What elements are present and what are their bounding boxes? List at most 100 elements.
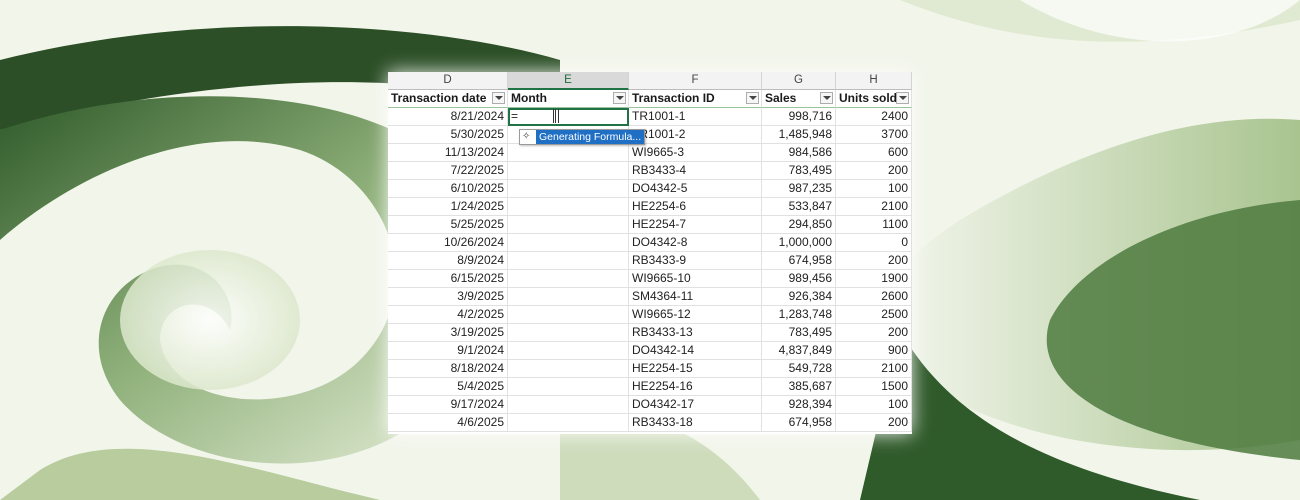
cell-transaction-date[interactable]: 5/4/2025 xyxy=(388,378,508,396)
cell-month[interactable] xyxy=(508,198,629,216)
cell-month[interactable] xyxy=(508,414,629,432)
cell-units-sold[interactable]: 200 xyxy=(836,252,912,270)
cell-units-sold[interactable]: 0 xyxy=(836,234,912,252)
cell-units-sold[interactable]: 100 xyxy=(836,180,912,198)
cell-units-sold[interactable]: 3700 xyxy=(836,126,912,144)
cell-transaction-id[interactable]: SM4364-11 xyxy=(629,288,762,306)
header-sales[interactable]: Sales xyxy=(762,90,836,108)
cell-units-sold[interactable]: 1100 xyxy=(836,216,912,234)
cell-sales[interactable]: 783,495 xyxy=(762,162,836,180)
formula-suggestion-tooltip[interactable]: ✧ Generating Formula... xyxy=(519,129,646,145)
header-transaction-id[interactable]: Transaction ID xyxy=(629,90,762,108)
cell-transaction-date[interactable]: 1/24/2025 xyxy=(388,198,508,216)
cell-month[interactable] xyxy=(508,144,629,162)
cell-transaction-date[interactable]: 8/9/2024 xyxy=(388,252,508,270)
cell-transaction-date[interactable]: 10/26/2024 xyxy=(388,234,508,252)
cell-transaction-id[interactable]: RB3433-4 xyxy=(629,162,762,180)
active-cell-month[interactable]: = xyxy=(508,108,629,126)
cell-units-sold[interactable]: 200 xyxy=(836,414,912,432)
header-transaction-date[interactable]: Transaction date xyxy=(388,90,508,108)
cell-sales[interactable]: 549,728 xyxy=(762,360,836,378)
filter-dropdown-icon[interactable] xyxy=(820,92,833,104)
cell-month[interactable] xyxy=(508,234,629,252)
column-header-g[interactable]: G xyxy=(762,72,836,90)
cell-transaction-date[interactable]: 6/10/2025 xyxy=(388,180,508,198)
filter-dropdown-icon[interactable] xyxy=(613,92,626,104)
cell-month[interactable] xyxy=(508,342,629,360)
cell-units-sold[interactable]: 1500 xyxy=(836,378,912,396)
cell-sales[interactable]: 385,687 xyxy=(762,378,836,396)
cell-transaction-date[interactable]: 4/2/2025 xyxy=(388,306,508,324)
cell-transaction-date[interactable]: 8/21/2024 xyxy=(388,108,508,126)
cell-units-sold[interactable]: 2500 xyxy=(836,306,912,324)
cell-sales[interactable]: 533,847 xyxy=(762,198,836,216)
cell-transaction-id[interactable]: TR1001-1 xyxy=(629,108,762,126)
cell-transaction-id[interactable]: DO4342-8 xyxy=(629,234,762,252)
cell-sales[interactable]: 783,495 xyxy=(762,324,836,342)
cell-units-sold[interactable]: 2100 xyxy=(836,360,912,378)
cell-units-sold[interactable]: 2100 xyxy=(836,198,912,216)
cell-month[interactable] xyxy=(508,378,629,396)
cell-units-sold[interactable]: 900 xyxy=(836,342,912,360)
filter-dropdown-icon[interactable] xyxy=(492,92,505,104)
cell-transaction-date[interactable]: 7/22/2025 xyxy=(388,162,508,180)
cell-transaction-id[interactable]: HE2254-6 xyxy=(629,198,762,216)
cell-units-sold[interactable]: 2400 xyxy=(836,108,912,126)
cell-sales[interactable]: 4,837,849 xyxy=(762,342,836,360)
cell-sales[interactable]: 1,283,748 xyxy=(762,306,836,324)
cell-month[interactable] xyxy=(508,360,629,378)
column-header-f[interactable]: F xyxy=(629,72,762,90)
cell-sales[interactable]: 674,958 xyxy=(762,414,836,432)
cell-month[interactable] xyxy=(508,396,629,414)
filter-dropdown-icon[interactable] xyxy=(746,92,759,104)
cell-month[interactable] xyxy=(508,270,629,288)
cell-month[interactable] xyxy=(508,162,629,180)
cell-transaction-id[interactable]: RB3433-13 xyxy=(629,324,762,342)
cell-transaction-id[interactable]: WI9665-12 xyxy=(629,306,762,324)
cell-sales[interactable]: 984,586 xyxy=(762,144,836,162)
cell-transaction-id[interactable]: HE2254-15 xyxy=(629,360,762,378)
cell-units-sold[interactable]: 200 xyxy=(836,162,912,180)
cell-sales[interactable]: 989,456 xyxy=(762,270,836,288)
cell-transaction-date[interactable]: 9/17/2024 xyxy=(388,396,508,414)
cell-month[interactable] xyxy=(508,288,629,306)
cell-transaction-id[interactable]: WI9665-10 xyxy=(629,270,762,288)
cell-units-sold[interactable]: 2600 xyxy=(836,288,912,306)
cell-transaction-date[interactable]: 6/15/2025 xyxy=(388,270,508,288)
cell-transaction-date[interactable]: 3/9/2025 xyxy=(388,288,508,306)
cell-month[interactable] xyxy=(508,252,629,270)
cell-transaction-id[interactable]: WI9665-3 xyxy=(629,144,762,162)
cell-units-sold[interactable]: 1900 xyxy=(836,270,912,288)
cell-month[interactable] xyxy=(508,324,629,342)
cell-month[interactable] xyxy=(508,180,629,198)
cell-transaction-id[interactable]: DO4342-14 xyxy=(629,342,762,360)
cell-sales[interactable]: 926,384 xyxy=(762,288,836,306)
cell-transaction-date[interactable]: 4/6/2025 xyxy=(388,414,508,432)
column-header-h[interactable]: H xyxy=(836,72,912,90)
cell-units-sold[interactable]: 200 xyxy=(836,324,912,342)
cell-transaction-id[interactable]: DO4342-17 xyxy=(629,396,762,414)
header-units-sold[interactable]: Units sold xyxy=(836,90,912,108)
cell-sales[interactable]: 1,485,948 xyxy=(762,126,836,144)
cell-month[interactable] xyxy=(508,306,629,324)
cell-units-sold[interactable]: 100 xyxy=(836,396,912,414)
cell-transaction-date[interactable]: 9/1/2024 xyxy=(388,342,508,360)
cell-sales[interactable]: 987,235 xyxy=(762,180,836,198)
cell-sales[interactable]: 998,716 xyxy=(762,108,836,126)
column-header-d[interactable]: D xyxy=(388,72,508,90)
cell-sales[interactable]: 1,000,000 xyxy=(762,234,836,252)
cell-transaction-id[interactable]: HE2254-7 xyxy=(629,216,762,234)
cell-sales[interactable]: 294,850 xyxy=(762,216,836,234)
cell-transaction-id[interactable]: TR1001-2 xyxy=(629,126,762,144)
cell-transaction-id[interactable]: DO4342-5 xyxy=(629,180,762,198)
header-month[interactable]: Month xyxy=(508,90,629,108)
cell-transaction-date[interactable]: 5/25/2025 xyxy=(388,216,508,234)
cell-sales[interactable]: 928,394 xyxy=(762,396,836,414)
cell-month[interactable] xyxy=(508,216,629,234)
cell-transaction-id[interactable]: HE2254-16 xyxy=(629,378,762,396)
cell-transaction-date[interactable]: 3/19/2025 xyxy=(388,324,508,342)
column-header-e[interactable]: E xyxy=(508,72,629,90)
cell-transaction-id[interactable]: RB3433-18 xyxy=(629,414,762,432)
cell-units-sold[interactable]: 600 xyxy=(836,144,912,162)
cell-transaction-date[interactable]: 8/18/2024 xyxy=(388,360,508,378)
